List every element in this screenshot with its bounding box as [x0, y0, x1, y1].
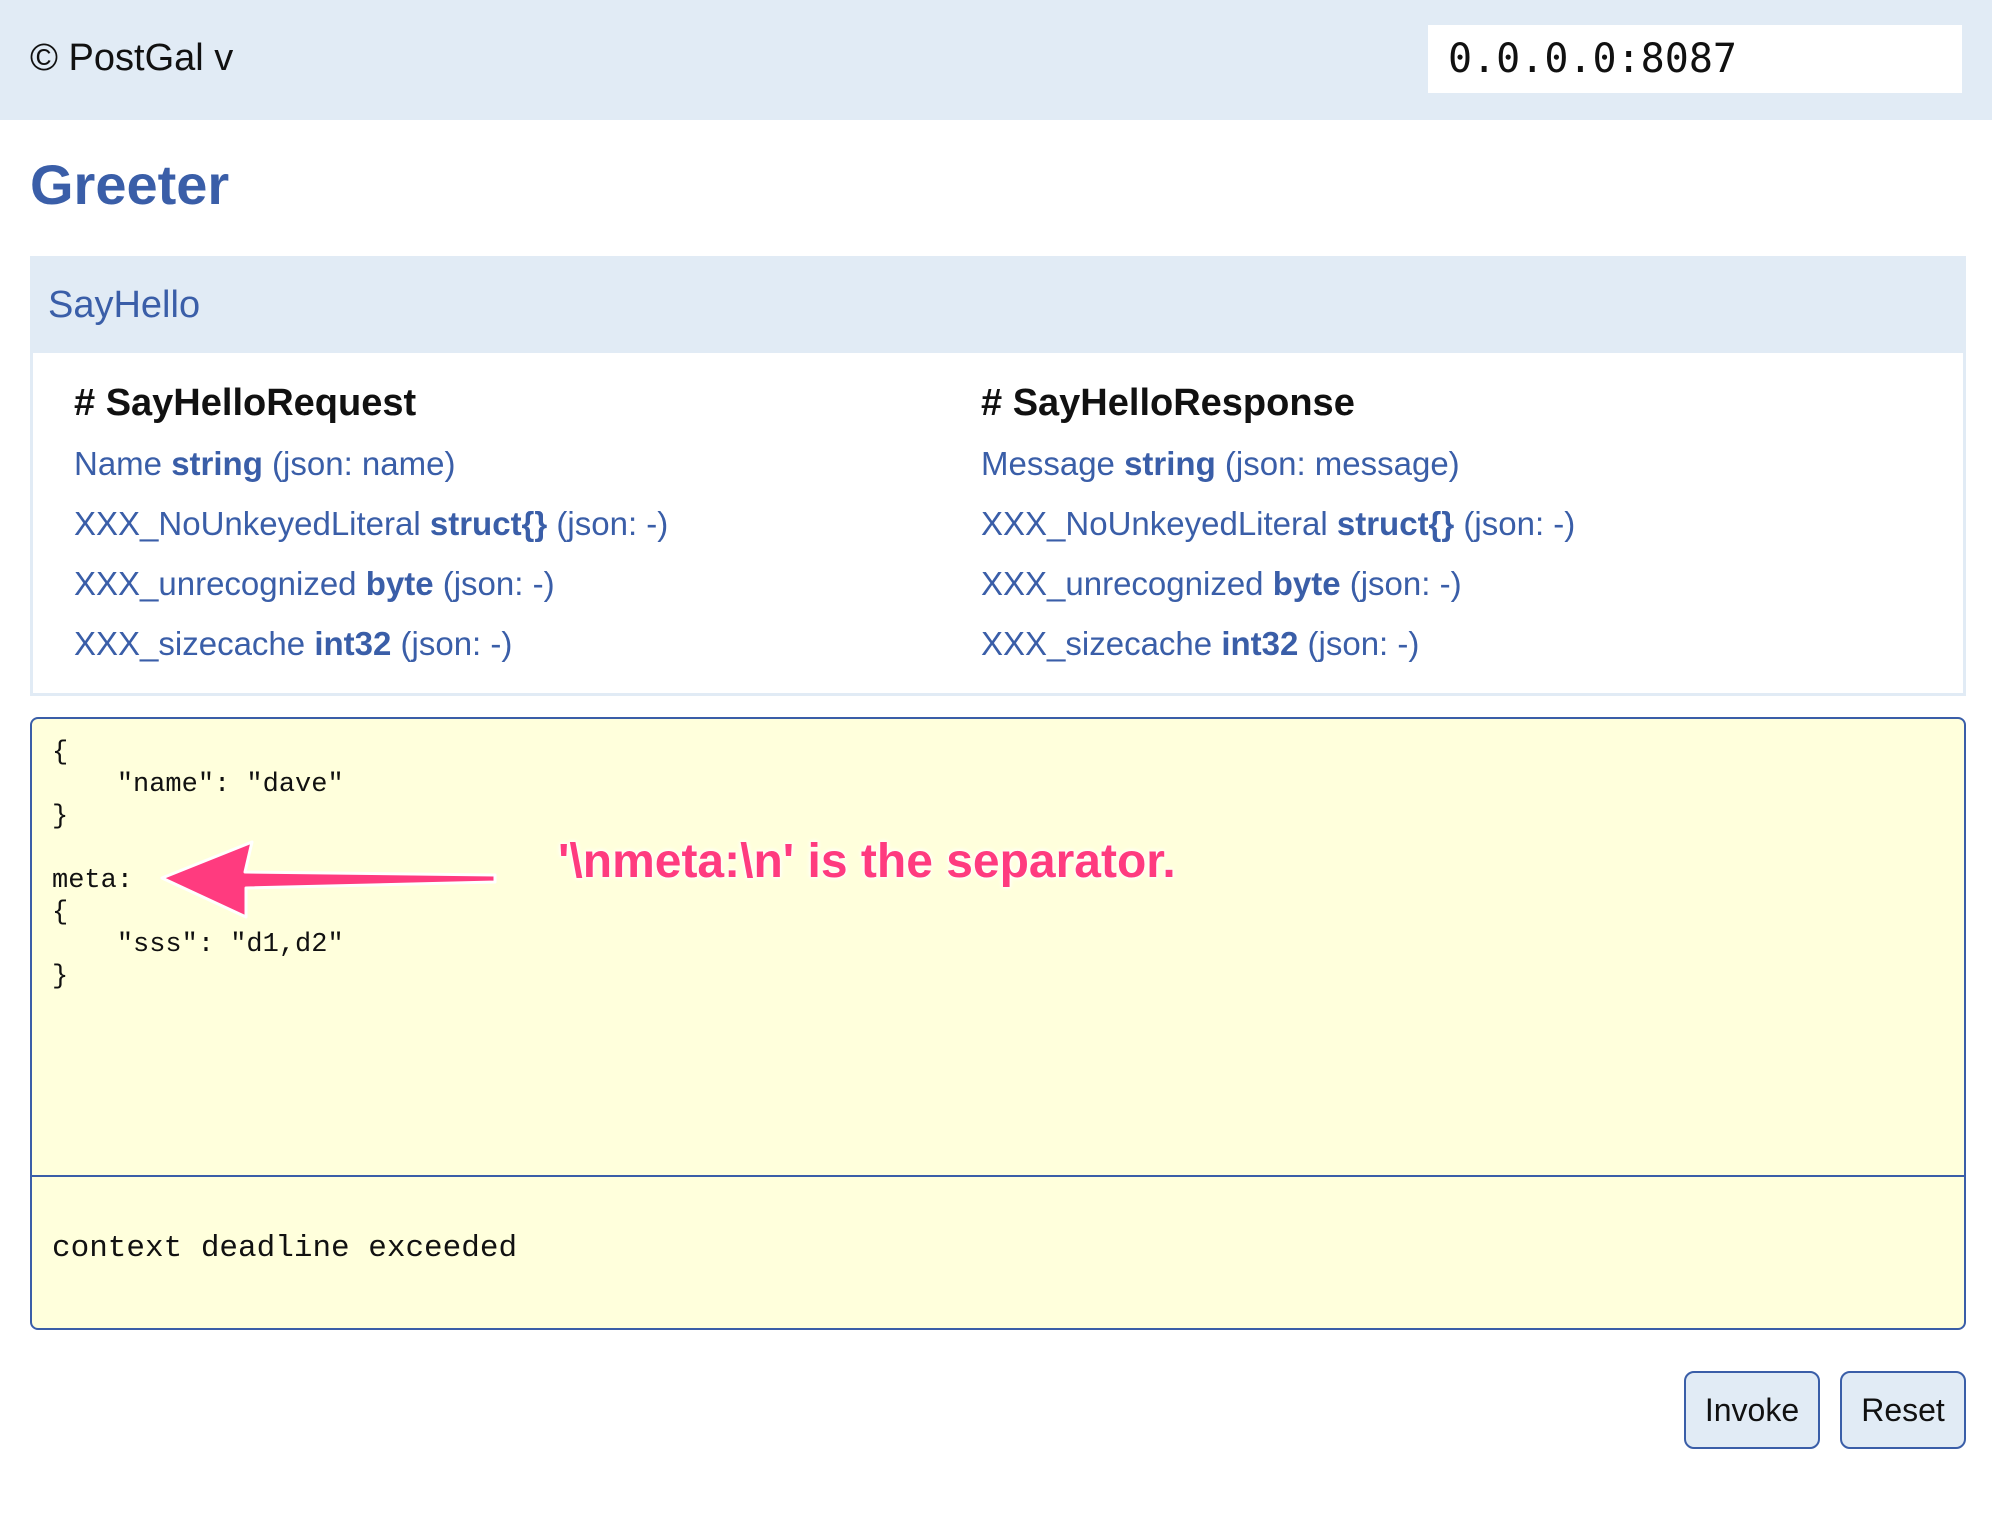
field-json-tag: (json: -) — [442, 565, 555, 602]
field-name: XXX_sizecache — [981, 625, 1213, 662]
method-header[interactable]: SayHello — [33, 259, 1963, 353]
field-type: int32 — [1221, 625, 1299, 662]
field-json-tag: (json: -) — [1307, 625, 1420, 662]
annotation-text: '\nmeta:\n' is the separator. — [558, 835, 1176, 888]
request-field-row: Name string (json: name) — [74, 441, 668, 501]
field-json-tag: (json: name) — [272, 445, 456, 482]
field-name: XXX_unrecognized — [74, 565, 357, 602]
field-type: byte — [1272, 565, 1341, 602]
field-type: struct{} — [1336, 505, 1455, 542]
app-brand: © PostGal v — [30, 37, 234, 79]
field-json-tag: (json: -) — [400, 625, 513, 662]
method-panel: SayHello # SayHelloRequest Name string (… — [30, 256, 1966, 696]
request-field-row: XXX_sizecache int32 (json: -) — [74, 621, 668, 681]
service-title: Greeter — [30, 153, 230, 216]
response-message-title: # SayHelloResponse — [981, 382, 1355, 424]
field-name: Name — [74, 445, 163, 482]
request-field-row: XXX_NoUnkeyedLiteral struct{} (json: -) — [74, 501, 668, 561]
request-editor[interactable]: { "name": "dave" } meta: { "sss": "d1,d2… — [32, 719, 1964, 1177]
editor-box: { "name": "dave" } meta: { "sss": "d1,d2… — [30, 717, 1966, 1330]
response-message-schema: # SayHelloResponse Message string (json:… — [981, 379, 1575, 681]
invoke-button[interactable]: Invoke — [1684, 1371, 1820, 1449]
field-name: XXX_NoUnkeyedLiteral — [74, 505, 421, 542]
field-type: byte — [365, 565, 434, 602]
response-field-row: XXX_sizecache int32 (json: -) — [981, 621, 1575, 681]
server-address-input[interactable] — [1428, 25, 1962, 93]
field-type: int32 — [314, 625, 392, 662]
request-message-schema: # SayHelloRequest Name string (json: nam… — [74, 379, 668, 681]
response-field-row: XXX_NoUnkeyedLiteral struct{} (json: -) — [981, 501, 1575, 561]
response-output: context deadline exceeded — [52, 1231, 518, 1266]
field-json-tag: (json: message) — [1224, 445, 1460, 482]
field-json-tag: (json: -) — [1349, 565, 1462, 602]
method-name[interactable]: SayHello — [48, 279, 200, 331]
response-field-row: XXX_unrecognized byte (json: -) — [981, 561, 1575, 621]
response-field-row: Message string (json: message) — [981, 441, 1575, 501]
reset-button[interactable]: Reset — [1840, 1371, 1966, 1449]
field-name: XXX_sizecache — [74, 625, 306, 662]
field-name: XXX_NoUnkeyedLiteral — [981, 505, 1328, 542]
request-message-title: # SayHelloRequest — [74, 382, 417, 424]
top-bar: © PostGal v — [0, 0, 1992, 120]
field-json-tag: (json: -) — [556, 505, 669, 542]
field-json-tag: (json: -) — [1463, 505, 1576, 542]
request-field-row: XXX_unrecognized byte (json: -) — [74, 561, 668, 621]
field-type: string — [1124, 445, 1216, 482]
field-name: XXX_unrecognized — [981, 565, 1264, 602]
field-name: Message — [981, 445, 1115, 482]
annotation-arrow-icon — [160, 840, 497, 919]
field-type: string — [171, 445, 263, 482]
field-type: struct{} — [429, 505, 548, 542]
